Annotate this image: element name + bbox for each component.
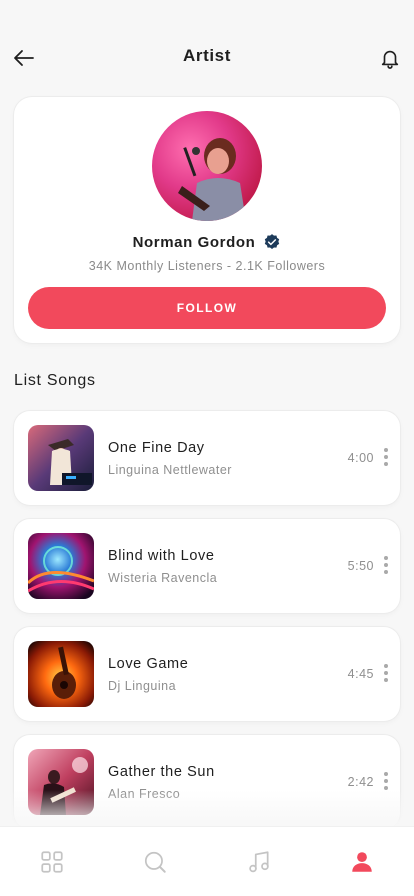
grid-icon: [41, 851, 63, 873]
song-title: Love Game: [108, 656, 189, 672]
song-item[interactable]: Love Game Dj Linguina 4:45: [14, 627, 400, 721]
section-title: List Songs: [14, 372, 96, 389]
song-artist: Linguina Nettlewater: [108, 463, 232, 477]
more-options-icon[interactable]: [378, 659, 394, 687]
search-icon: [145, 851, 166, 873]
follow-button[interactable]: FOLLOW: [28, 287, 386, 329]
header: Artist: [0, 0, 414, 100]
artist-stats: 34K Monthly Listeners - 2.1K Followers: [88, 259, 326, 273]
verified-badge-icon: [265, 234, 280, 249]
more-options-icon[interactable]: [378, 767, 394, 795]
more-options-icon[interactable]: [378, 443, 394, 471]
song-cover: [28, 533, 94, 599]
artist-name: Norman Gordon: [132, 233, 256, 251]
song-artist: Wisteria Ravencla: [108, 571, 218, 585]
song-cover: [28, 641, 94, 707]
page-title: Artist: [183, 46, 231, 65]
nav-home[interactable]: [0, 827, 104, 896]
artist-name-row: Norman Gordon: [14, 233, 400, 251]
song-title: Gather the Sun: [108, 764, 215, 780]
nav-profile[interactable]: [311, 827, 414, 896]
song-artist: Alan Fresco: [108, 787, 181, 801]
music-note-icon: [248, 851, 269, 873]
song-item[interactable]: Blind with Love Wisteria Ravencla 5:50: [14, 519, 400, 613]
notification-button[interactable]: [376, 44, 404, 72]
song-artist: Dj Linguina: [108, 679, 177, 693]
song-duration: 4:45: [347, 667, 374, 681]
song-duration: 4:00: [347, 451, 374, 465]
song-title: One Fine Day: [108, 440, 205, 456]
song-item[interactable]: One Fine Day Linguina Nettlewater 4:00: [14, 411, 400, 505]
bottom-nav: [0, 826, 414, 896]
song-cover: [28, 749, 94, 815]
song-item[interactable]: Gather the Sun Alan Fresco 2:42: [14, 735, 400, 829]
nav-search[interactable]: [104, 827, 208, 896]
nav-music[interactable]: [207, 827, 311, 896]
song-duration: 2:42: [347, 775, 374, 789]
song-duration: 5:50: [347, 559, 374, 573]
song-title: Blind with Love: [108, 548, 215, 564]
song-cover: [28, 425, 94, 491]
artist-card: Norman Gordon 34K Monthly Listeners - 2.…: [14, 97, 400, 343]
more-options-icon[interactable]: [378, 551, 394, 579]
bell-icon: [381, 50, 399, 69]
profile-icon: [352, 852, 372, 872]
artist-avatar[interactable]: [152, 111, 262, 221]
